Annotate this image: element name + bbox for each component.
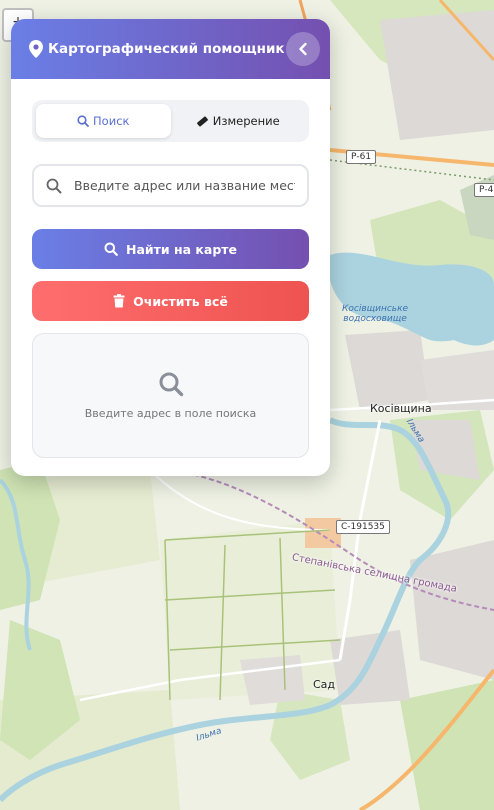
tab-measure[interactable]: Измерение <box>171 104 306 138</box>
road-shield-c191535: С-191535 <box>336 520 390 534</box>
panel-title: Картографический помощник <box>48 41 285 57</box>
mode-tabs: Поиск Измерение <box>32 100 309 142</box>
clear-all-label: Очистить всё <box>133 293 228 309</box>
collapse-panel-button[interactable] <box>286 32 320 66</box>
tab-measure-label: Измерение <box>212 114 280 128</box>
search-icon <box>159 372 183 397</box>
panel-header: Картографический помощник <box>11 19 330 79</box>
town-label-sad: Сад <box>313 678 336 691</box>
search-icon <box>46 178 62 193</box>
clear-all-button[interactable]: Очистить всё <box>32 281 309 321</box>
search-input[interactable] <box>74 178 295 193</box>
road-shield-r61: Р-61 <box>346 150 377 164</box>
trash-icon <box>113 294 125 308</box>
tab-search-label: Поиск <box>93 114 130 128</box>
road-shield-r4: Р-4 <box>474 183 494 197</box>
search-field[interactable] <box>32 164 309 207</box>
search-icon <box>104 242 118 256</box>
map-pin-icon <box>29 40 43 58</box>
tab-search[interactable]: Поиск <box>36 104 171 138</box>
find-on-map-button[interactable]: Найти на карте <box>32 229 309 269</box>
results-area: Введите адрес в поле поиска <box>32 333 309 458</box>
find-on-map-label: Найти на карте <box>125 241 238 257</box>
search-icon <box>77 115 89 127</box>
town-label-kosivshchyna: Косівщина <box>370 402 432 415</box>
ruler-icon <box>196 115 208 127</box>
map-assistant-panel: Картографический помощник Поиск Измерени… <box>11 19 330 476</box>
chevron-left-icon <box>299 42 307 56</box>
reservoir-label: Косівщинське водосховище <box>342 304 409 324</box>
results-hint: Введите адрес в поле поиска <box>84 407 257 420</box>
